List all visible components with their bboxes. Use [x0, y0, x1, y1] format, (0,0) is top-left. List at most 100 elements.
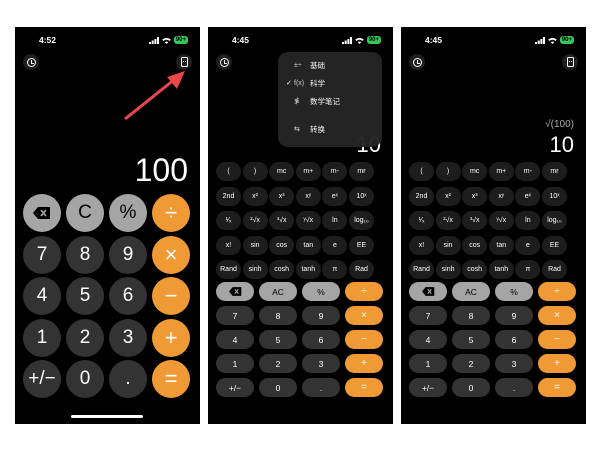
- digit-1-key[interactable]: 1: [23, 318, 61, 357]
- digit-6-key[interactable]: 6: [495, 330, 533, 349]
- equals-key[interactable]: =: [152, 360, 190, 398]
- sci-key-2nd[interactable]: 2nd: [216, 186, 241, 206]
- digit-4-key[interactable]: 4: [216, 330, 254, 349]
- divide-key[interactable]: ÷: [152, 194, 190, 232]
- percent-key[interactable]: %: [302, 282, 340, 301]
- digit-6-key[interactable]: 6: [302, 330, 340, 349]
- menu-item-math-notes[interactable]: ≸ 数学笔记: [286, 94, 340, 108]
- digit-5-key[interactable]: 5: [66, 277, 104, 315]
- digit-8-key[interactable]: 8: [259, 306, 297, 325]
- sci-key-e[interactable]: e: [515, 235, 541, 255]
- sci-key-r0c0[interactable]: (: [409, 162, 434, 181]
- digit-9-key[interactable]: 9: [109, 235, 147, 274]
- menu-item-scientific[interactable]: ✓ f(x) 科学: [286, 76, 325, 90]
- decimal-key[interactable]: .: [109, 360, 147, 398]
- sci-key-x[interactable]: ²√x: [435, 211, 461, 230]
- sci-key-sinh[interactable]: sinh: [435, 260, 461, 279]
- sci-key-m[interactable]: m-: [322, 162, 348, 181]
- sci-key-r4c4[interactable]: π: [322, 260, 348, 279]
- digit-3-key[interactable]: 3: [109, 318, 147, 357]
- digit-0-key[interactable]: 0: [452, 378, 490, 397]
- digit-2-key[interactable]: 2: [66, 318, 104, 357]
- sci-key-mc[interactable]: mc: [462, 162, 488, 181]
- sci-key-m[interactable]: m+: [295, 162, 321, 181]
- digit-2-key[interactable]: 2: [452, 354, 490, 373]
- history-button[interactable]: [216, 54, 232, 70]
- sci-key-sin[interactable]: sin: [242, 235, 268, 255]
- digit-8-key[interactable]: 8: [66, 235, 104, 274]
- percent-key[interactable]: %: [495, 282, 533, 301]
- sci-key-r0c0[interactable]: (: [216, 162, 241, 181]
- sci-key-cosh[interactable]: cosh: [462, 260, 488, 279]
- digit-9-key[interactable]: 9: [495, 306, 533, 325]
- plus-key[interactable]: +: [538, 354, 576, 373]
- sign-key[interactable]: +/−: [216, 378, 254, 397]
- backspace-key[interactable]: [23, 194, 61, 232]
- sci-key-x[interactable]: ³√x: [269, 211, 295, 230]
- decimal-key[interactable]: .: [495, 378, 533, 397]
- digit-7-key[interactable]: 7: [216, 306, 254, 325]
- sci-key-ln[interactable]: ln: [515, 211, 541, 230]
- sci-key-x[interactable]: ²√x: [242, 211, 268, 230]
- multiply-key[interactable]: ×: [152, 235, 190, 274]
- all-clear-key[interactable]: AC: [259, 282, 297, 301]
- divide-key[interactable]: ÷: [538, 282, 576, 301]
- sci-key-cos[interactable]: cos: [269, 235, 295, 255]
- backspace-key[interactable]: [409, 282, 447, 301]
- plus-key[interactable]: +: [345, 354, 383, 373]
- sci-key-x[interactable]: ³√x: [462, 211, 488, 230]
- menu-item-basic[interactable]: ±÷ 基础: [286, 58, 325, 72]
- history-button[interactable]: [409, 54, 425, 70]
- sci-key-x[interactable]: xʸ: [488, 186, 514, 206]
- digit-6-key[interactable]: 6: [109, 277, 147, 315]
- sci-key-r4c4[interactable]: π: [515, 260, 541, 279]
- calculator-mode-button[interactable]: [562, 54, 578, 70]
- sci-key-log[interactable]: log₁₀: [349, 211, 374, 230]
- minus-key[interactable]: −: [152, 277, 190, 315]
- divide-key[interactable]: ÷: [345, 282, 383, 301]
- digit-9-key[interactable]: 9: [302, 306, 340, 325]
- equals-key[interactable]: =: [345, 378, 383, 397]
- digit-4-key[interactable]: 4: [23, 277, 61, 315]
- sci-key-mr[interactable]: mr: [349, 162, 374, 181]
- sci-key-cos[interactable]: cos: [462, 235, 488, 255]
- sci-key-rand[interactable]: Rand: [216, 260, 241, 279]
- sci-key-x[interactable]: x³: [462, 186, 488, 206]
- sci-key-e[interactable]: e: [322, 235, 348, 255]
- sci-key-10[interactable]: 10ˣ: [349, 186, 374, 206]
- clear-key[interactable]: C: [66, 194, 104, 232]
- sci-key-x[interactable]: x³: [269, 186, 295, 206]
- digit-0-key[interactable]: 0: [66, 360, 104, 398]
- all-clear-key[interactable]: AC: [452, 282, 490, 301]
- sci-key-x[interactable]: x!: [216, 235, 241, 255]
- sci-key-x[interactable]: ʸ√x: [295, 211, 321, 230]
- sci-key-tan[interactable]: tan: [295, 235, 321, 255]
- sign-key[interactable]: +/−: [409, 378, 447, 397]
- sci-key-x[interactable]: x²: [435, 186, 461, 206]
- sci-key-10[interactable]: 10ˣ: [542, 186, 567, 206]
- sci-key-2nd[interactable]: 2nd: [409, 186, 434, 206]
- digit-1-key[interactable]: 1: [409, 354, 447, 373]
- sci-key-ee[interactable]: EE: [542, 235, 567, 255]
- digit-2-key[interactable]: 2: [259, 354, 297, 373]
- sci-key-m[interactable]: m+: [488, 162, 514, 181]
- digit-8-key[interactable]: 8: [452, 306, 490, 325]
- sci-key-tanh[interactable]: tanh: [295, 260, 321, 279]
- sci-key-rand[interactable]: Rand: [409, 260, 434, 279]
- digit-7-key[interactable]: 7: [23, 235, 61, 274]
- sci-key-tan[interactable]: tan: [488, 235, 514, 255]
- sci-key-x[interactable]: x²: [242, 186, 268, 206]
- sci-key-r0c1[interactable]: ): [242, 162, 268, 181]
- digit-1-key[interactable]: 1: [216, 354, 254, 373]
- menu-item-convert[interactable]: ⇆ 转换: [286, 122, 325, 136]
- digit-5-key[interactable]: 5: [452, 330, 490, 349]
- sci-key-x[interactable]: xʸ: [295, 186, 321, 206]
- percent-key[interactable]: %: [109, 194, 147, 232]
- sci-key-r0c1[interactable]: ): [435, 162, 461, 181]
- decimal-key[interactable]: .: [302, 378, 340, 397]
- digit-5-key[interactable]: 5: [259, 330, 297, 349]
- sci-key-mr[interactable]: mr: [542, 162, 567, 181]
- sci-key-r2c0[interactable]: ¹⁄ₓ: [409, 211, 434, 230]
- sci-key-ee[interactable]: EE: [349, 235, 374, 255]
- sci-key-x[interactable]: x!: [409, 235, 434, 255]
